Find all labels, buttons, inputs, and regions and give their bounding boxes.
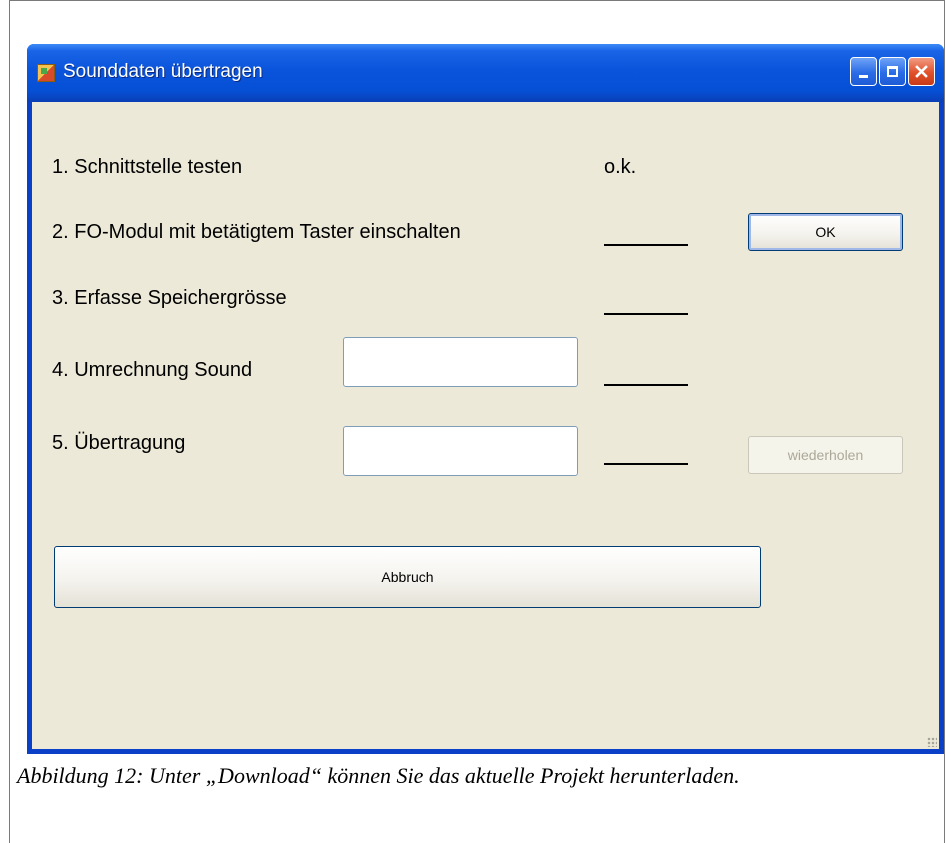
step-5-status-placeholder <box>604 463 688 465</box>
step-3-status-placeholder <box>604 313 688 315</box>
umrechnung-field[interactable] <box>343 337 578 387</box>
maximize-icon <box>887 66 898 77</box>
step-1-status: o.k. <box>604 156 637 178</box>
step-4-label: 4. Umrechnung Sound <box>52 359 253 381</box>
window-title: Sounddaten übertragen <box>63 61 263 82</box>
close-button[interactable] <box>908 57 935 86</box>
dialog-window: Sounddaten übertragen 1. Schnittstelle t… <box>27 44 944 754</box>
abbruch-button[interactable]: Abbruch <box>54 546 761 608</box>
step-2-label: 2. FO-Modul mit betätigtem Taster einsch… <box>52 221 461 243</box>
minimize-icon <box>859 75 868 78</box>
step-4-status-placeholder <box>604 384 688 386</box>
ok-button[interactable]: OK <box>748 213 903 251</box>
maximize-button[interactable] <box>879 57 906 86</box>
step-1-label: 1. Schnittstelle testen <box>52 156 243 178</box>
wiederholen-button[interactable]: wiederholen <box>748 436 903 474</box>
close-icon <box>915 65 928 78</box>
application-icon <box>37 64 55 82</box>
step-3-label: 3. Erfasse Speichergrösse <box>52 287 287 309</box>
step-5-label: 5. Übertragung <box>52 432 186 454</box>
uebertragung-field[interactable] <box>343 426 578 476</box>
step-2-status-placeholder <box>604 244 688 246</box>
dialog-client-area: 1. Schnittstelle testen o.k. 2. FO-Modul… <box>32 102 939 749</box>
minimize-button[interactable] <box>850 57 877 86</box>
title-bar[interactable]: Sounddaten übertragen <box>27 44 944 102</box>
figure-caption: Abbildung 12: Unter „Download“ können Si… <box>17 763 740 788</box>
resize-grip[interactable] <box>927 737 937 747</box>
